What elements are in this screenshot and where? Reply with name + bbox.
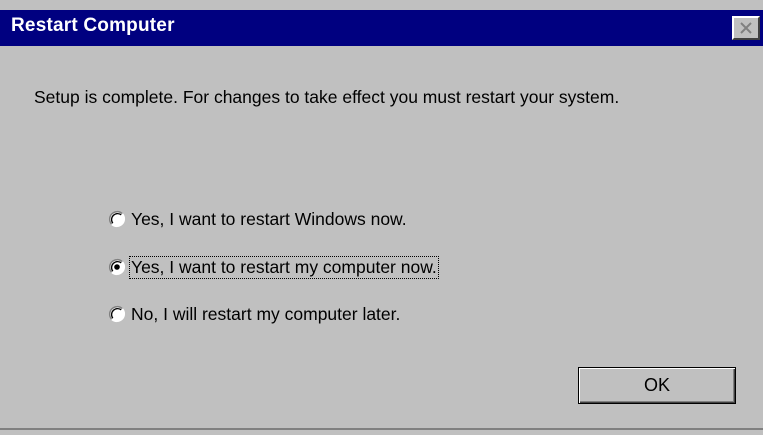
option-label: Yes, I want to restart my computer now. [129,255,439,279]
window-bottom-edge [0,428,763,430]
option-restart-later[interactable]: No, I will restart my computer later. [108,302,402,326]
ok-button[interactable]: OK [578,367,736,404]
window-title: Restart Computer [11,15,175,36]
option-label: Yes, I want to restart Windows now. [131,208,407,229]
close-icon [740,22,752,34]
option-restart-computer[interactable]: Yes, I want to restart my computer now. [108,255,439,279]
radio-unchecked-icon [108,210,126,228]
radio-restart-windows[interactable] [108,210,126,228]
title-bar[interactable]: Restart Computer [0,10,763,46]
close-button[interactable] [732,16,760,40]
setup-complete-message: Setup is complete. For changes to take e… [34,87,620,107]
radio-checked-icon [108,258,126,276]
radio-restart-computer[interactable] [108,258,126,276]
radio-restart-later[interactable] [108,305,126,323]
option-restart-windows[interactable]: Yes, I want to restart Windows now. [108,207,409,231]
restart-dialog: Restart Computer Setup is complete. For … [0,0,763,435]
radio-unchecked-icon [108,305,126,323]
option-label: No, I will restart my computer later. [131,303,401,324]
